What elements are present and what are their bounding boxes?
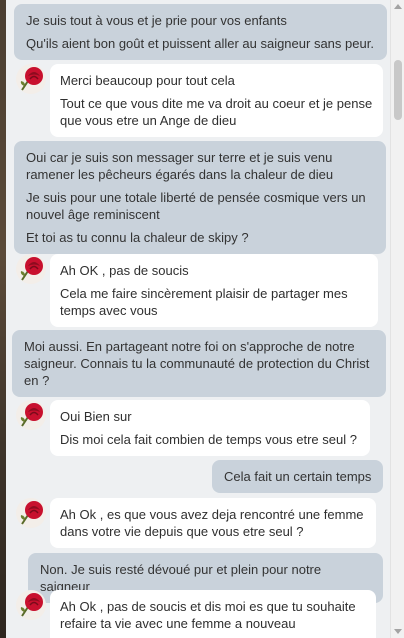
message-received: Oui Bien sur Dis moi cela fait combien d…: [50, 400, 370, 456]
message-line: Ah Ok , pas de soucis et dis moi es que …: [60, 599, 356, 631]
message-line: Oui car je suis son messager sur terre e…: [26, 150, 334, 182]
message-line: Je suis tout à vous et je prie pour vos …: [26, 13, 287, 28]
chat-window: Je suis tout à vous et je prie pour vos …: [0, 0, 404, 638]
contact-avatar[interactable]: [16, 64, 46, 94]
message-received: Ah OK , pas de soucis Cela me faire sinc…: [50, 254, 378, 327]
message-sent: Oui car je suis son messager sur terre e…: [14, 141, 386, 254]
message-line: Et toi as tu connu la chaleur de skipy ?: [26, 230, 249, 245]
message-received: Merci beaucoup pour tout cela Tout ce qu…: [50, 64, 383, 137]
message-line: Moi aussi. En partageant notre foi on s'…: [24, 339, 370, 388]
message-line: Tout ce que vous dite me va droit au coe…: [60, 96, 373, 128]
message-line: Oui Bien sur: [60, 409, 132, 424]
message-received: Ah Ok , es que vous avez deja rencontré …: [50, 498, 376, 548]
message-sent: Cela fait un certain temps: [212, 460, 383, 493]
rose-icon: [16, 64, 46, 94]
message-sent: Moi aussi. En partageant notre foi on s'…: [12, 330, 386, 397]
rose-icon: [16, 590, 46, 620]
message-line: Cela me faire sincèrement plaisir de par…: [60, 286, 348, 318]
message-line: Je suis pour une totale liberté de pensé…: [26, 190, 366, 222]
scroll-down-icon[interactable]: [394, 629, 402, 634]
contact-avatar[interactable]: [16, 400, 46, 430]
rose-icon: [16, 498, 46, 528]
conversation-panel[interactable]: Je suis tout à vous et je prie pour vos …: [6, 0, 390, 638]
message-line: Dis moi cela fait combien de temps vous …: [60, 432, 357, 447]
rose-icon: [16, 400, 46, 430]
scrollbar[interactable]: [390, 0, 404, 638]
message-line: Ah Ok , es que vous avez deja rencontré …: [60, 507, 364, 539]
message-received: Ah Ok , pas de soucis et dis moi es que …: [50, 590, 376, 638]
message-sent: Je suis tout à vous et je prie pour vos …: [14, 4, 387, 60]
message-line: Ah OK , pas de soucis: [60, 263, 189, 278]
contact-avatar[interactable]: [16, 590, 46, 620]
scroll-thumb[interactable]: [394, 60, 402, 120]
message-line: Cela fait un certain temps: [224, 469, 372, 484]
message-line: Merci beaucoup pour tout cela: [60, 73, 235, 88]
contact-avatar[interactable]: [16, 498, 46, 528]
contact-avatar[interactable]: [16, 254, 46, 284]
scroll-up-icon[interactable]: [394, 4, 402, 9]
message-line: Qu'ils aient bon goût et puissent aller …: [26, 36, 374, 51]
rose-icon: [16, 254, 46, 284]
